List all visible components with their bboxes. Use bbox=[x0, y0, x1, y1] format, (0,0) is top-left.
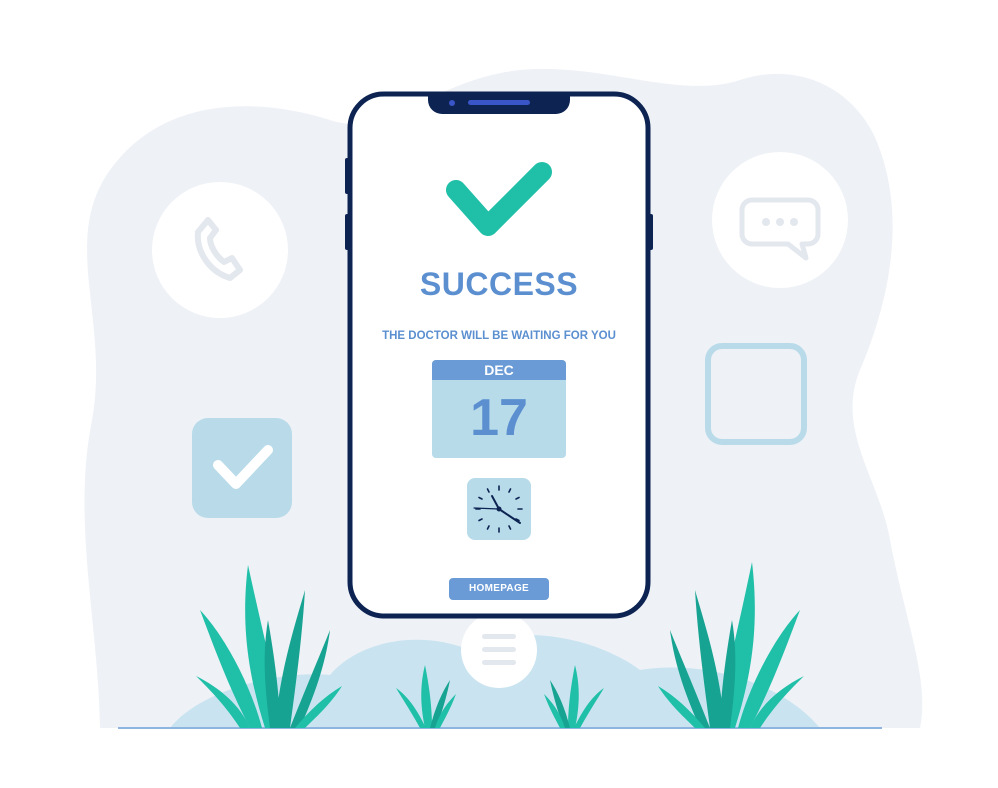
phone-icon bbox=[152, 182, 288, 318]
homepage-button[interactable]: HOMEPAGE bbox=[449, 578, 549, 600]
success-title: SUCCESS bbox=[419, 266, 579, 302]
illustration: SUCCESS THE DOCTOR WILL BE WAITING FOR Y… bbox=[0, 0, 998, 788]
calendar-month: DEC bbox=[484, 362, 514, 378]
confirmation-message: THE DOCTOR WILL BE WAITING FOR YOU bbox=[382, 330, 616, 342]
clock-icon bbox=[467, 478, 531, 540]
chat-bubble-icon bbox=[712, 152, 848, 288]
menu-icon bbox=[461, 612, 537, 688]
checkbox-checked-icon bbox=[192, 418, 292, 518]
calendar-day: 17 bbox=[470, 389, 528, 447]
